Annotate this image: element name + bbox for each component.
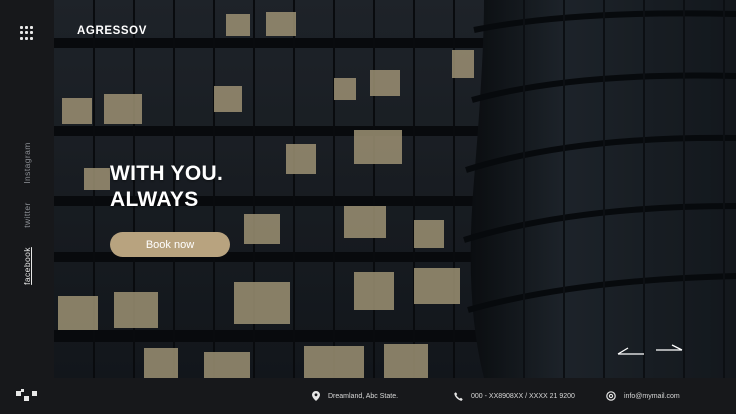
footer-bar: Dreamland, Abc State. 000 - XX8908XX / X… (54, 378, 736, 414)
footer-email[interactable]: info@mymail.com (606, 378, 680, 414)
footer-phone[interactable]: 000 - XX8908XX / XXXX 21 9200 (454, 378, 575, 414)
social-link-twitter[interactable]: twitter (22, 202, 32, 227)
book-now-button[interactable]: Book now (110, 232, 230, 257)
headline-line-1: WITH YOU. (110, 162, 224, 185)
grid-menu-icon[interactable] (20, 26, 34, 40)
logo-mark-icon[interactable] (16, 389, 38, 403)
email-text: info@mymail.com (624, 392, 680, 400)
hero-headline: WITH YOU. ALWAYS (110, 161, 223, 213)
address-text: Dreamland, Abc State. (328, 392, 399, 400)
phone-text: 000 - XX8908XX / XXXX 21 9200 (471, 392, 575, 400)
sidebar: Instagram twitter facebook (0, 0, 54, 414)
brand-logo-text[interactable]: AGRESSOV (77, 25, 147, 37)
phone-icon (454, 391, 463, 401)
arrow-right-icon[interactable] (654, 343, 684, 357)
arrow-left-icon[interactable] (616, 343, 646, 357)
at-sign-icon (606, 391, 616, 401)
headline-line-2: ALWAYS (110, 188, 199, 211)
location-pin-icon (312, 391, 320, 401)
footer-address: Dreamland, Abc State. (312, 378, 398, 414)
social-link-facebook[interactable]: facebook (22, 247, 32, 285)
social-link-instagram[interactable]: Instagram (22, 142, 32, 183)
